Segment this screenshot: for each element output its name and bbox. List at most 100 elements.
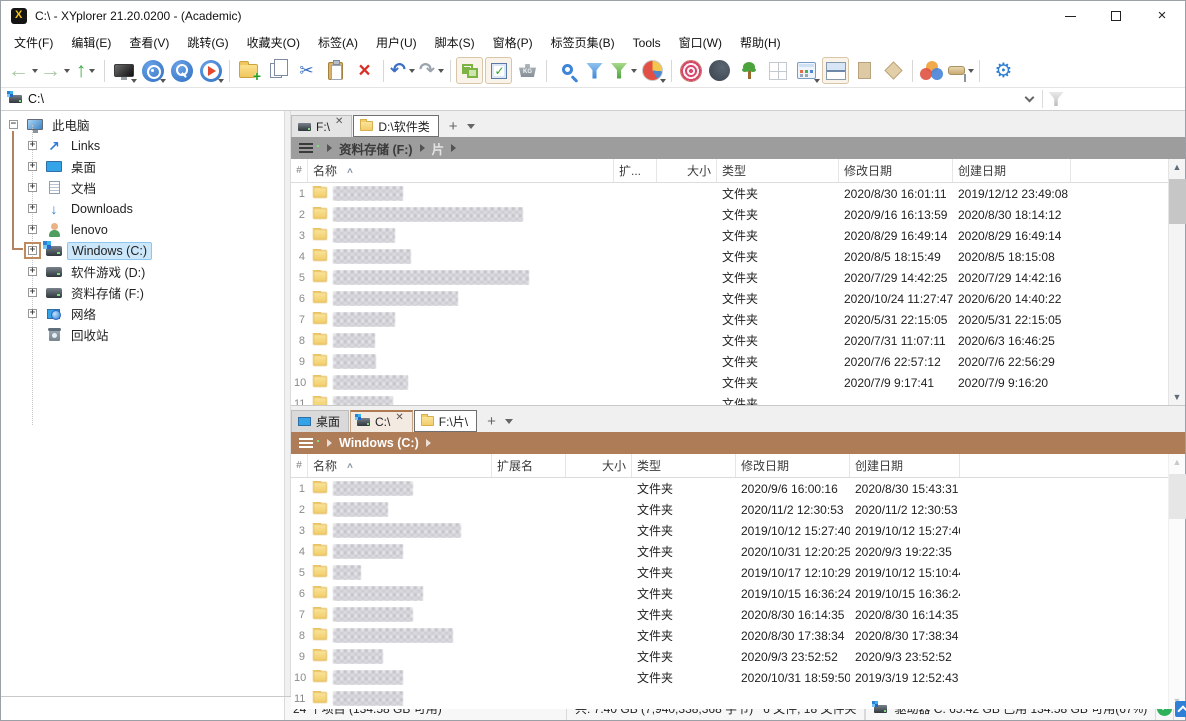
dropdown-caret-icon[interactable] <box>131 79 137 83</box>
column-header-created[interactable]: 创建日期 <box>850 454 960 477</box>
tree-expander[interactable]: + <box>28 309 37 318</box>
menu-item-脚本[interactable]: 脚本(S) <box>426 31 484 54</box>
dropdown-caret-icon[interactable] <box>409 69 415 73</box>
vertical-scrollbar[interactable]: ▲▼ <box>1168 159 1185 405</box>
tree-item-Windows-C[interactable]: +Windows (C:) <box>1 240 284 261</box>
statistics-pie-button[interactable] <box>639 57 666 84</box>
show-tree-button[interactable] <box>456 57 483 84</box>
tree-item-此电脑[interactable]: −此电脑 <box>1 114 284 135</box>
file-row[interactable]: 7文件夹2020/8/30 16:14:352020/8/30 16:14:35 <box>291 604 1185 625</box>
file-row[interactable]: 5文件夹2019/10/17 12:10:292019/10/12 15:10:… <box>291 562 1185 583</box>
dropdown-caret-icon[interactable] <box>64 69 70 73</box>
copy-button[interactable] <box>264 57 291 84</box>
checkbox-selection-button[interactable] <box>485 57 512 84</box>
cut-button[interactable]: ✂ <box>293 57 320 84</box>
redo-button[interactable]: ↷ <box>418 57 445 84</box>
column-header-type[interactable]: 类型 <box>632 454 736 477</box>
dropdown-caret-icon[interactable] <box>438 69 444 73</box>
menu-item-Tools[interactable]: Tools <box>624 33 670 53</box>
file-row[interactable]: 11 <box>291 688 1185 709</box>
search-button[interactable] <box>552 57 579 84</box>
dropdown-caret-icon[interactable] <box>968 69 974 73</box>
paste-button[interactable] <box>322 57 349 84</box>
hamburger-menu-icon[interactable] <box>299 143 313 153</box>
configuration-button[interactable]: ⚙ <box>990 57 1017 84</box>
column-header-name[interactable]: 名称∧ <box>308 454 492 477</box>
menu-item-收藏夹[interactable]: 收藏夹(O) <box>238 31 309 54</box>
column-header-size[interactable]: 大小 <box>566 454 632 477</box>
file-row[interactable]: 7文件夹2020/5/31 22:15:052020/5/31 22:15:05 <box>291 309 1185 330</box>
file-row[interactable]: 11文件夹 <box>291 393 1185 405</box>
dropdown-caret-icon[interactable] <box>660 79 666 83</box>
dropdown-caret-icon[interactable] <box>631 69 637 73</box>
menu-item-标签页集[interactable]: 标签页集(B) <box>542 31 624 54</box>
breadcrumb-segment[interactable]: 片 <box>432 139 445 158</box>
tree-item-网络[interactable]: +网络 <box>1 303 284 324</box>
file-tab[interactable]: F:\片\ <box>414 410 477 432</box>
dropdown-caret-icon[interactable] <box>32 69 38 73</box>
address-dropdown-button[interactable] <box>1016 88 1042 110</box>
file-row[interactable]: 8文件夹2020/8/30 17:38:342020/8/30 17:38:34 <box>291 625 1185 646</box>
file-row[interactable]: 2文件夹2020/9/16 16:13:592020/8/30 18:14:12 <box>291 204 1185 225</box>
goto-button[interactable] <box>197 57 224 84</box>
forward-button[interactable]: → <box>40 57 70 84</box>
undo-button[interactable]: ↶ <box>389 57 416 84</box>
new-tab-button[interactable]: + <box>478 413 503 432</box>
address-filter-button[interactable] <box>1043 88 1069 110</box>
column-header-created[interactable]: 创建日期 <box>953 159 1071 182</box>
column-header-type[interactable]: 类型 <box>717 159 839 182</box>
dual-pane-horizontal-button[interactable] <box>822 57 849 84</box>
preview-monitor-button[interactable] <box>110 57 137 84</box>
tree-expander[interactable]: − <box>9 120 18 129</box>
tab-close-icon[interactable]: ✕ <box>335 117 343 127</box>
grid-view-button[interactable] <box>764 57 791 84</box>
breadcrumb-segment[interactable]: 资料存储 (F:) <box>339 139 413 158</box>
tree-expander[interactable]: + <box>28 183 37 192</box>
scrollbar-track[interactable] <box>1169 470 1186 693</box>
up-button[interactable]: ↑ <box>72 57 99 84</box>
tree-item-软件游戏-D[interactable]: +软件游戏 (D:) <box>1 261 284 282</box>
color-filter-button[interactable] <box>918 57 945 84</box>
scrollbar-track[interactable] <box>1169 175 1186 389</box>
file-row[interactable]: 6文件夹2019/10/15 16:36:242019/10/15 16:36:… <box>291 583 1185 604</box>
tab-list-caret-icon[interactable] <box>467 124 475 129</box>
delete-button[interactable]: × <box>351 57 378 84</box>
tag-button[interactable] <box>880 57 907 84</box>
folder-size-button[interactable]: KG <box>514 57 541 84</box>
file-tab[interactable]: F:\✕ <box>291 115 352 137</box>
menu-item-文件[interactable]: 文件(F) <box>5 31 62 54</box>
back-button[interactable]: ← <box>8 57 38 84</box>
tree-item-Downloads[interactable]: +↓Downloads <box>1 198 284 219</box>
tree-splitter[interactable] <box>284 111 291 696</box>
tree-expander[interactable]: + <box>28 267 37 276</box>
new-folder-button[interactable] <box>235 57 262 84</box>
hamburger-menu-icon[interactable] <box>299 438 313 448</box>
visual-filter-button[interactable] <box>610 57 637 84</box>
spiral-icon-button[interactable] <box>677 57 704 84</box>
menu-item-查看[interactable]: 查看(V) <box>120 31 178 54</box>
file-row[interactable]: 10文件夹2020/7/9 9:17:412020/7/9 9:16:20 <box>291 372 1185 393</box>
menu-item-窗格[interactable]: 窗格(P) <box>484 31 542 54</box>
file-row[interactable]: 2文件夹2020/11/2 12:30:532020/11/2 12:30:53 <box>291 499 1185 520</box>
tree-item-lenovo[interactable]: +lenovo <box>1 219 284 240</box>
file-row[interactable]: 3文件夹2020/8/29 16:49:142020/8/29 16:49:14 <box>291 225 1185 246</box>
file-tab[interactable]: 桌面 <box>291 410 349 432</box>
file-row[interactable]: 1文件夹2020/9/6 16:00:162020/8/30 15:43:31 <box>291 478 1185 499</box>
dropdown-caret-icon[interactable] <box>89 69 95 73</box>
scrollbar-thumb[interactable] <box>1169 474 1186 519</box>
tree-expander[interactable]: + <box>28 162 37 171</box>
scroll-up-icon[interactable]: ▲ <box>1169 454 1186 470</box>
tree-expander[interactable]: + <box>28 204 37 213</box>
address-input[interactable]: C:\ <box>28 92 1016 106</box>
menu-item-窗口[interactable]: 窗口(W) <box>670 31 731 54</box>
tree-item-桌面[interactable]: +桌面 <box>1 156 284 177</box>
vertical-scrollbar[interactable]: ▲▼ <box>1168 454 1185 709</box>
column-header-name[interactable]: 名称∧ <box>308 159 614 182</box>
minimize-button[interactable] <box>1047 1 1093 31</box>
tree-expander[interactable]: + <box>28 141 37 150</box>
menu-item-标签[interactable]: 标签(A) <box>309 31 367 54</box>
menu-item-跳转[interactable]: 跳转(G) <box>178 31 237 54</box>
dropdown-caret-icon[interactable] <box>218 79 224 83</box>
file-row[interactable]: 4文件夹2020/8/5 18:15:492020/8/5 18:15:08 <box>291 246 1185 267</box>
tab-list-caret-icon[interactable] <box>505 419 513 424</box>
